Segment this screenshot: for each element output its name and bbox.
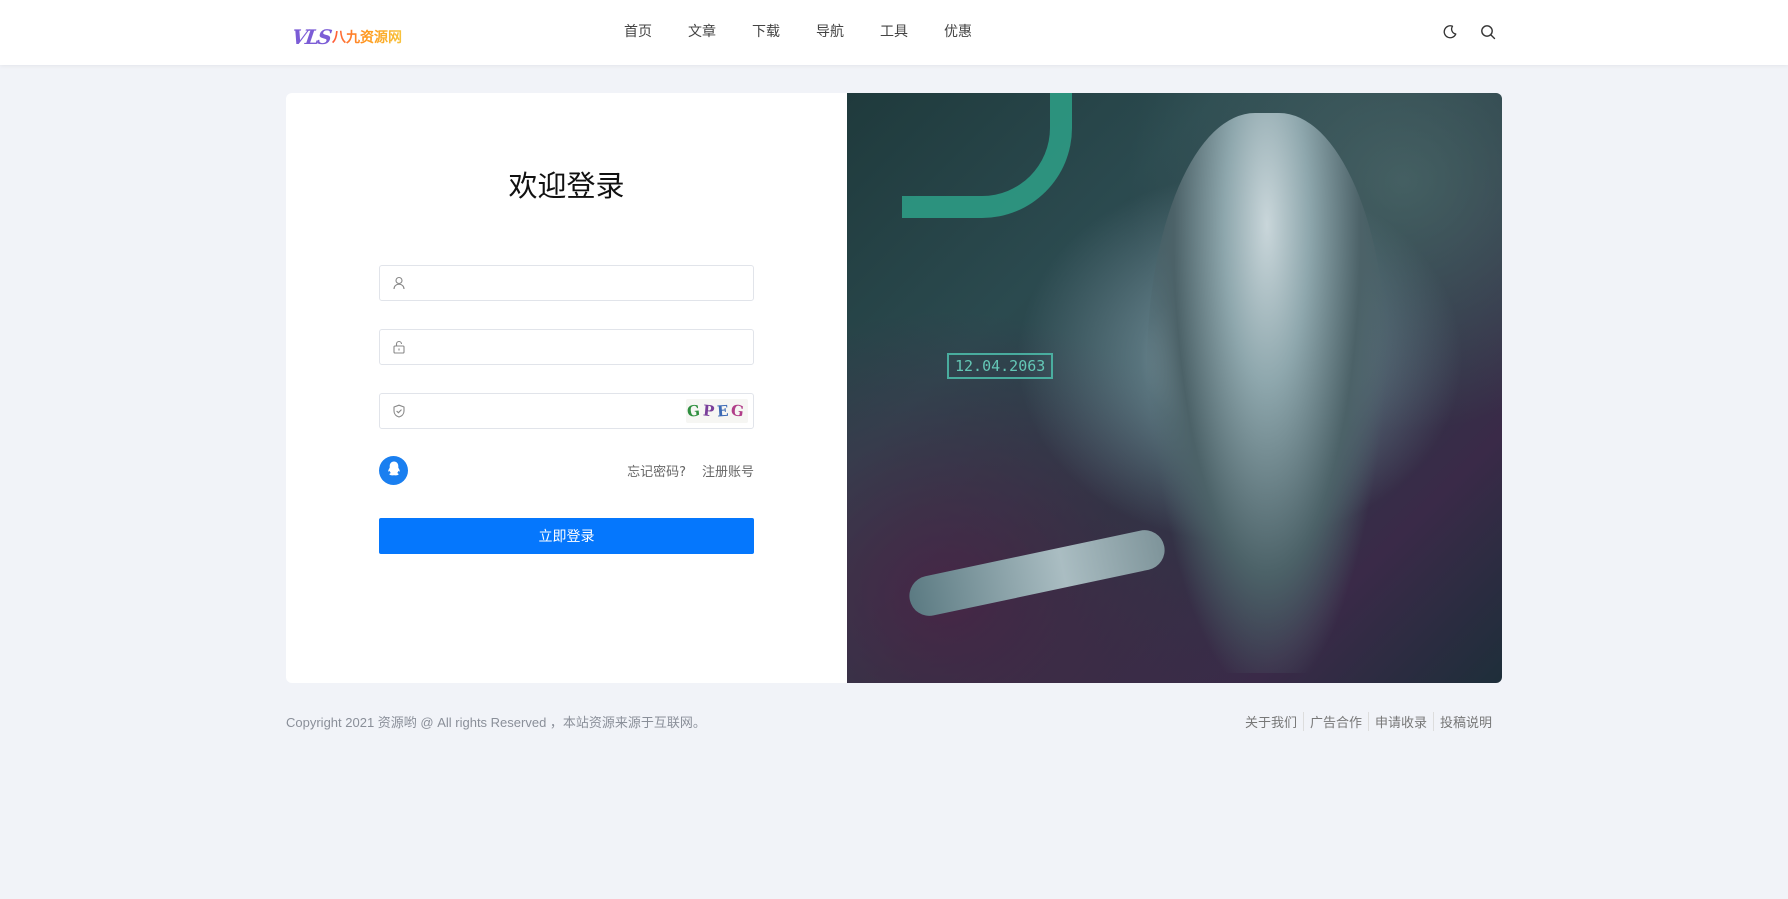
hero-image-robot-arm (905, 526, 1169, 620)
nav-item-tools[interactable]: 工具 (880, 0, 908, 65)
qq-login-button[interactable] (379, 456, 408, 485)
captcha-char: P (701, 401, 718, 421)
login-title: 欢迎登录 (508, 169, 625, 203)
footer-link-contribute[interactable]: 投稿说明 (1432, 712, 1498, 731)
logo-mark: VLS (290, 25, 332, 49)
qq-icon (386, 460, 402, 482)
nav-item-navigation[interactable]: 导航 (816, 0, 844, 65)
user-icon (391, 275, 407, 291)
nav-item-home[interactable]: 首页 (624, 0, 652, 65)
header-tools (1440, 22, 1498, 42)
shield-check-icon (391, 403, 407, 419)
captcha-char: G (685, 401, 704, 421)
login-button[interactable]: 立即登录 (379, 518, 754, 554)
footer-link-ads[interactable]: 广告合作 (1302, 712, 1368, 731)
moon-icon[interactable] (1440, 22, 1460, 42)
top-header: VLS 八九资源网 首页 文章 下载 导航 工具 优惠 (0, 0, 1788, 65)
forgot-password-link[interactable]: 忘记密码? (627, 461, 686, 480)
footer-link-about[interactable]: 关于我们 (1239, 712, 1303, 731)
lock-icon (391, 339, 407, 355)
register-link[interactable]: 注册账号 (702, 461, 754, 480)
captcha-char: G (730, 400, 749, 422)
password-field[interactable] (379, 329, 754, 365)
nav-item-articles[interactable]: 文章 (688, 0, 716, 65)
footer-copyright: Copyright 2021 资源哟 @ All rights Reserved… (286, 715, 706, 730)
hero-image-date: 12.04.2063 (947, 353, 1054, 379)
main-nav: 首页 文章 下载 导航 工具 优惠 (624, 0, 1008, 65)
logo-text: 八九资源网 (332, 27, 402, 47)
captcha-image[interactable]: G P E G (686, 399, 748, 423)
nav-item-deals[interactable]: 优惠 (944, 0, 972, 65)
captcha-field[interactable]: G P E G (379, 393, 754, 429)
login-form: 欢迎登录 G P E G 忘记密码? 注册账号 立即登录 (286, 93, 847, 683)
hero-image-robot (1147, 113, 1387, 673)
auth-links: 忘记密码? 注册账号 (627, 461, 754, 480)
footer-links: 关于我们 广告合作 申请收录 投稿说明 (1239, 712, 1498, 731)
username-input[interactable] (416, 266, 736, 300)
site-logo[interactable]: VLS 八九资源网 (290, 24, 412, 50)
captcha-input[interactable] (416, 394, 666, 428)
password-input[interactable] (416, 330, 736, 364)
hero-image-graphic (902, 93, 1072, 218)
hero-image: 12.04.2063 (847, 93, 1502, 683)
nav-item-downloads[interactable]: 下载 (752, 0, 780, 65)
username-field[interactable] (379, 265, 754, 301)
login-card: 欢迎登录 G P E G 忘记密码? 注册账号 立即登录 12.04.2063 (286, 93, 1502, 683)
search-icon[interactable] (1478, 22, 1498, 42)
footer-link-submit-site[interactable]: 申请收录 (1367, 712, 1433, 731)
